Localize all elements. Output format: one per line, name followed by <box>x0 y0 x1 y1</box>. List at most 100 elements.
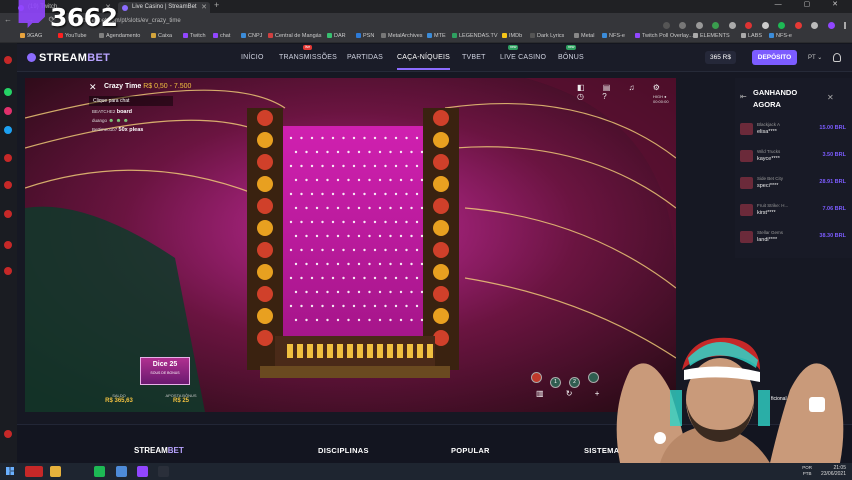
nav-item[interactable]: CAÇA-NÍQUEIS <box>397 54 450 70</box>
extension-icon[interactable] <box>679 22 687 29</box>
bookmark-item[interactable]: Twitch Poll Overlay... <box>635 31 693 42</box>
winner-row[interactable]: Stellar Gems landi**** 38.30 BRL <box>740 228 846 248</box>
board-peg <box>410 318 413 322</box>
browser-tab-streambet[interactable]: Live Casino | StreamBet ✕ <box>118 2 210 13</box>
extension-icon[interactable] <box>745 22 753 29</box>
bonus-promo[interactable]: Dice 25 SOUS DE BONUS <box>140 357 190 385</box>
bookmark-item[interactable]: YouTube <box>58 31 87 42</box>
system-clock[interactable]: 21:05 23/06/2021 <box>821 465 846 477</box>
nav-item[interactable]: INÍCIO <box>241 54 264 61</box>
bookmark-item[interactable]: DAR <box>327 31 346 42</box>
language-selector[interactable]: PT ⌄ <box>808 54 822 61</box>
bookmark-item[interactable]: chat <box>213 31 230 42</box>
live-game-frame[interactable]: ✕ Crazy Time R$ 0,50 - 7.500 ◧ ▤ ♫ ⚙ ◷ ?… <box>25 78 676 412</box>
balance-display[interactable]: 365 R$ <box>705 51 736 64</box>
footer-logo[interactable]: STREAMBET <box>134 446 184 455</box>
chip[interactable] <box>531 372 542 383</box>
game-title: Crazy Time R$ 0,50 - 7.500 <box>104 83 191 90</box>
taskbar-app-icon[interactable] <box>116 466 127 477</box>
board-peg <box>378 178 382 182</box>
twitter-icon[interactable] <box>4 126 12 134</box>
winner-game: Wild Trucks <box>757 149 781 154</box>
chevron-left-icon[interactable]: ⇤ <box>740 92 747 101</box>
chat-user: BEATCHE2 <box>92 109 116 114</box>
taskbar-app-icon[interactable] <box>50 466 61 477</box>
game-controls[interactable]: ▥ ↻ + <box>536 389 609 398</box>
chat-bubble-icon[interactable] <box>809 397 825 412</box>
nav-item[interactable]: TVBET <box>462 54 486 61</box>
bookmark-item[interactable]: IMDb <box>502 31 522 42</box>
bookmark-item[interactable]: Twitch <box>183 31 206 42</box>
bookmark-item[interactable]: Dark Lyrics <box>530 31 564 42</box>
bookmark-item[interactable]: LABS <box>741 31 762 42</box>
chat-input[interactable]: Clique para chat <box>89 96 173 106</box>
window-controls[interactable]: — ▢ ✕ <box>775 0 848 8</box>
board-peg <box>352 220 356 224</box>
bookmark-item[interactable]: NFS-e <box>769 31 792 42</box>
bookmark-item[interactable]: ELEMENTS <box>693 31 730 42</box>
nav-item[interactable]: LIVE CASINO <box>500 54 546 61</box>
deposit-button[interactable]: DEPÓSITO <box>752 50 797 65</box>
bookmark-item[interactable]: Metal <box>574 31 594 42</box>
taskbar-app-icon[interactable] <box>94 466 105 477</box>
bookmark-item[interactable]: MTE <box>427 31 446 42</box>
extension-icon[interactable] <box>728 22 736 29</box>
bookmark-item[interactable]: NFS-e <box>602 31 625 42</box>
extension-icon[interactable] <box>794 22 802 29</box>
bookmark-item[interactable]: PSN <box>356 31 374 42</box>
nav-item[interactable]: BÔNUS <box>558 54 584 61</box>
chip[interactable] <box>588 372 599 383</box>
nav-item[interactable]: PARTIDAS <box>347 54 383 61</box>
bookmark-item[interactable]: 9GAG <box>20 31 42 42</box>
taskbar-app-icon[interactable] <box>158 466 169 477</box>
app-icon[interactable] <box>4 56 12 64</box>
tab-label: Live Casino | StreamBet <box>132 4 197 10</box>
app-icon[interactable] <box>4 241 12 249</box>
whatsapp-icon[interactable] <box>4 88 12 96</box>
chip[interactable]: 1 <box>550 377 561 388</box>
taskbar-app-icon[interactable] <box>137 466 148 477</box>
winner-row[interactable]: Blackjack A elisa**** 15.00 BRL <box>740 120 846 140</box>
chip[interactable]: 2 <box>569 377 580 388</box>
close-icon[interactable]: ✕ <box>201 2 207 13</box>
footer-heading: DISCIPLINAS <box>318 446 369 455</box>
winner-row[interactable]: Side Bet City speci**** 28.91 BRL <box>740 174 846 194</box>
app-icon[interactable] <box>4 154 12 162</box>
user-icon[interactable] <box>833 53 841 62</box>
bookmark-item[interactable]: Central de Mangás <box>268 31 321 42</box>
pillar-lamp <box>433 132 449 148</box>
nav-item[interactable]: TRANSMISSÕES <box>279 54 337 61</box>
board-peg <box>336 290 340 294</box>
prize-slot <box>297 344 303 358</box>
extension-icon[interactable] <box>695 22 703 29</box>
close-icon[interactable]: ✕ <box>89 82 97 93</box>
keyboard-language[interactable]: POR PTB <box>802 465 812 477</box>
extension-icon[interactable] <box>663 22 671 29</box>
board-peg <box>294 262 298 266</box>
app-icon[interactable] <box>4 181 12 189</box>
winner-row[interactable]: Fruit Strike: H... kirst**** 7.06 BRL <box>740 201 846 221</box>
streambet-logo[interactable]: STREAMBET <box>27 52 110 64</box>
instagram-icon[interactable] <box>4 107 12 115</box>
extension-icon[interactable] <box>778 22 786 29</box>
bookmark-item[interactable]: Caixa <box>151 31 172 42</box>
app-icon[interactable] <box>4 267 12 275</box>
extension-icon[interactable] <box>811 22 819 29</box>
taskbar-app-icon[interactable] <box>25 466 43 477</box>
menu-icon[interactable] <box>844 22 846 29</box>
bookmark-item[interactable]: LEGENDAS.TV <box>452 31 498 42</box>
close-icon[interactable]: ✕ <box>827 93 834 102</box>
extension-icon[interactable] <box>761 22 769 29</box>
extension-icon[interactable] <box>712 22 720 29</box>
new-tab-button[interactable]: + <box>214 0 219 10</box>
app-icon[interactable] <box>4 430 12 438</box>
bookmark-item[interactable]: CNPJ <box>241 31 262 42</box>
winner-row[interactable]: Wild Trucks kayce**** 3.50 BRL <box>740 147 846 167</box>
profile-avatar-icon[interactable] <box>827 22 835 29</box>
bookmark-item[interactable]: Agendamento <box>99 31 140 42</box>
windows-start-icon[interactable] <box>6 467 14 475</box>
board-peg <box>405 192 408 196</box>
bookmark-item[interactable]: MetalArchives <box>381 31 423 42</box>
chat-text: ☻ ☻ ☻ <box>108 118 129 124</box>
app-icon[interactable] <box>4 210 12 218</box>
